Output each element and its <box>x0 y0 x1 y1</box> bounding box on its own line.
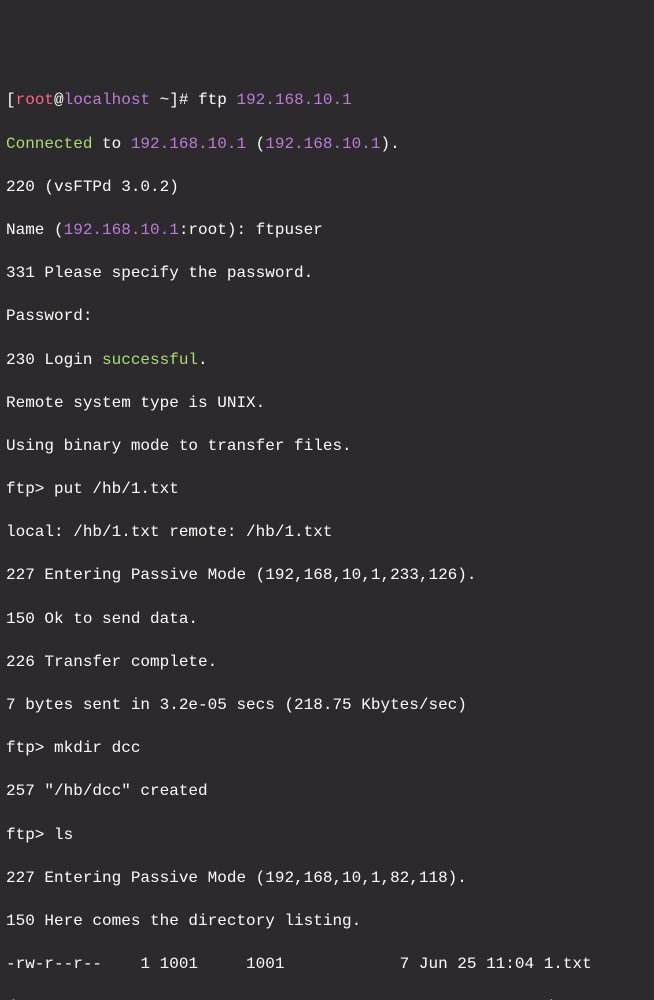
name-prefix: Name ( <box>6 221 64 239</box>
prompt-host: localhost <box>64 91 150 109</box>
terminal-line: 331 Please specify the password. <box>6 263 648 285</box>
terminal-line-connected: Connected to 192.168.10.1 (192.168.10.1)… <box>6 134 648 156</box>
terminal-line: 150 Ok to send data. <box>6 609 648 631</box>
terminal-line: Remote system type is UNIX. <box>6 393 648 415</box>
prompt-at: @ <box>54 91 64 109</box>
terminal-line-listing: drwxr-xr-x 2 1001 1001 6 Jun 25 11:04 dc… <box>6 997 648 1000</box>
connected-word: Connected <box>6 135 92 153</box>
paren-open: ( <box>246 135 265 153</box>
login-success: successful <box>102 351 198 369</box>
terminal-line-ftp-cmd: ftp> mkdir dcc <box>6 738 648 760</box>
paren-close: ). <box>380 135 399 153</box>
connected-to: to <box>92 135 130 153</box>
terminal-line: Password: <box>6 306 648 328</box>
terminal-line-prompt: [root@localhost ~]# ftp 192.168.10.1 <box>6 90 648 112</box>
terminal-line: 227 Entering Passive Mode (192,168,10,1,… <box>6 868 648 890</box>
terminal-line: Using binary mode to transfer files. <box>6 436 648 458</box>
terminal-line: 150 Here comes the directory listing. <box>6 911 648 933</box>
terminal-line: 257 "/hb/dcc" created <box>6 781 648 803</box>
terminal-line-login: 230 Login successful. <box>6 350 648 372</box>
terminal-line: 7 bytes sent in 3.2e-05 secs (218.75 Kby… <box>6 695 648 717</box>
command-ftp: ftp <box>198 91 236 109</box>
login-dot: . <box>198 351 208 369</box>
login-code: 230 Login <box>6 351 102 369</box>
terminal-line-name: Name (192.168.10.1:root): ftpuser <box>6 220 648 242</box>
prompt-user: root <box>16 91 54 109</box>
terminal-line-ftp-cmd: ftp> ls <box>6 825 648 847</box>
bracket-open: [ <box>6 91 16 109</box>
connected-ip2: 192.168.10.1 <box>265 135 380 153</box>
ftp-ip-arg: 192.168.10.1 <box>236 91 351 109</box>
connected-ip1: 192.168.10.1 <box>131 135 246 153</box>
bracket-close: ]# <box>169 91 198 109</box>
terminal-line: 226 Transfer complete. <box>6 652 648 674</box>
name-ip: 192.168.10.1 <box>64 221 179 239</box>
terminal-line: 227 Entering Passive Mode (192,168,10,1,… <box>6 565 648 587</box>
prompt-path: ~ <box>150 91 169 109</box>
terminal-line: 220 (vsFTPd 3.0.2) <box>6 177 648 199</box>
terminal-line-ftp-cmd: ftp> put /hb/1.txt <box>6 479 648 501</box>
terminal-line: local: /hb/1.txt remote: /hb/1.txt <box>6 522 648 544</box>
name-root: :root): ftpuser <box>179 221 323 239</box>
terminal-line-listing: -rw-r--r-- 1 1001 1001 7 Jun 25 11:04 1.… <box>6 954 648 976</box>
